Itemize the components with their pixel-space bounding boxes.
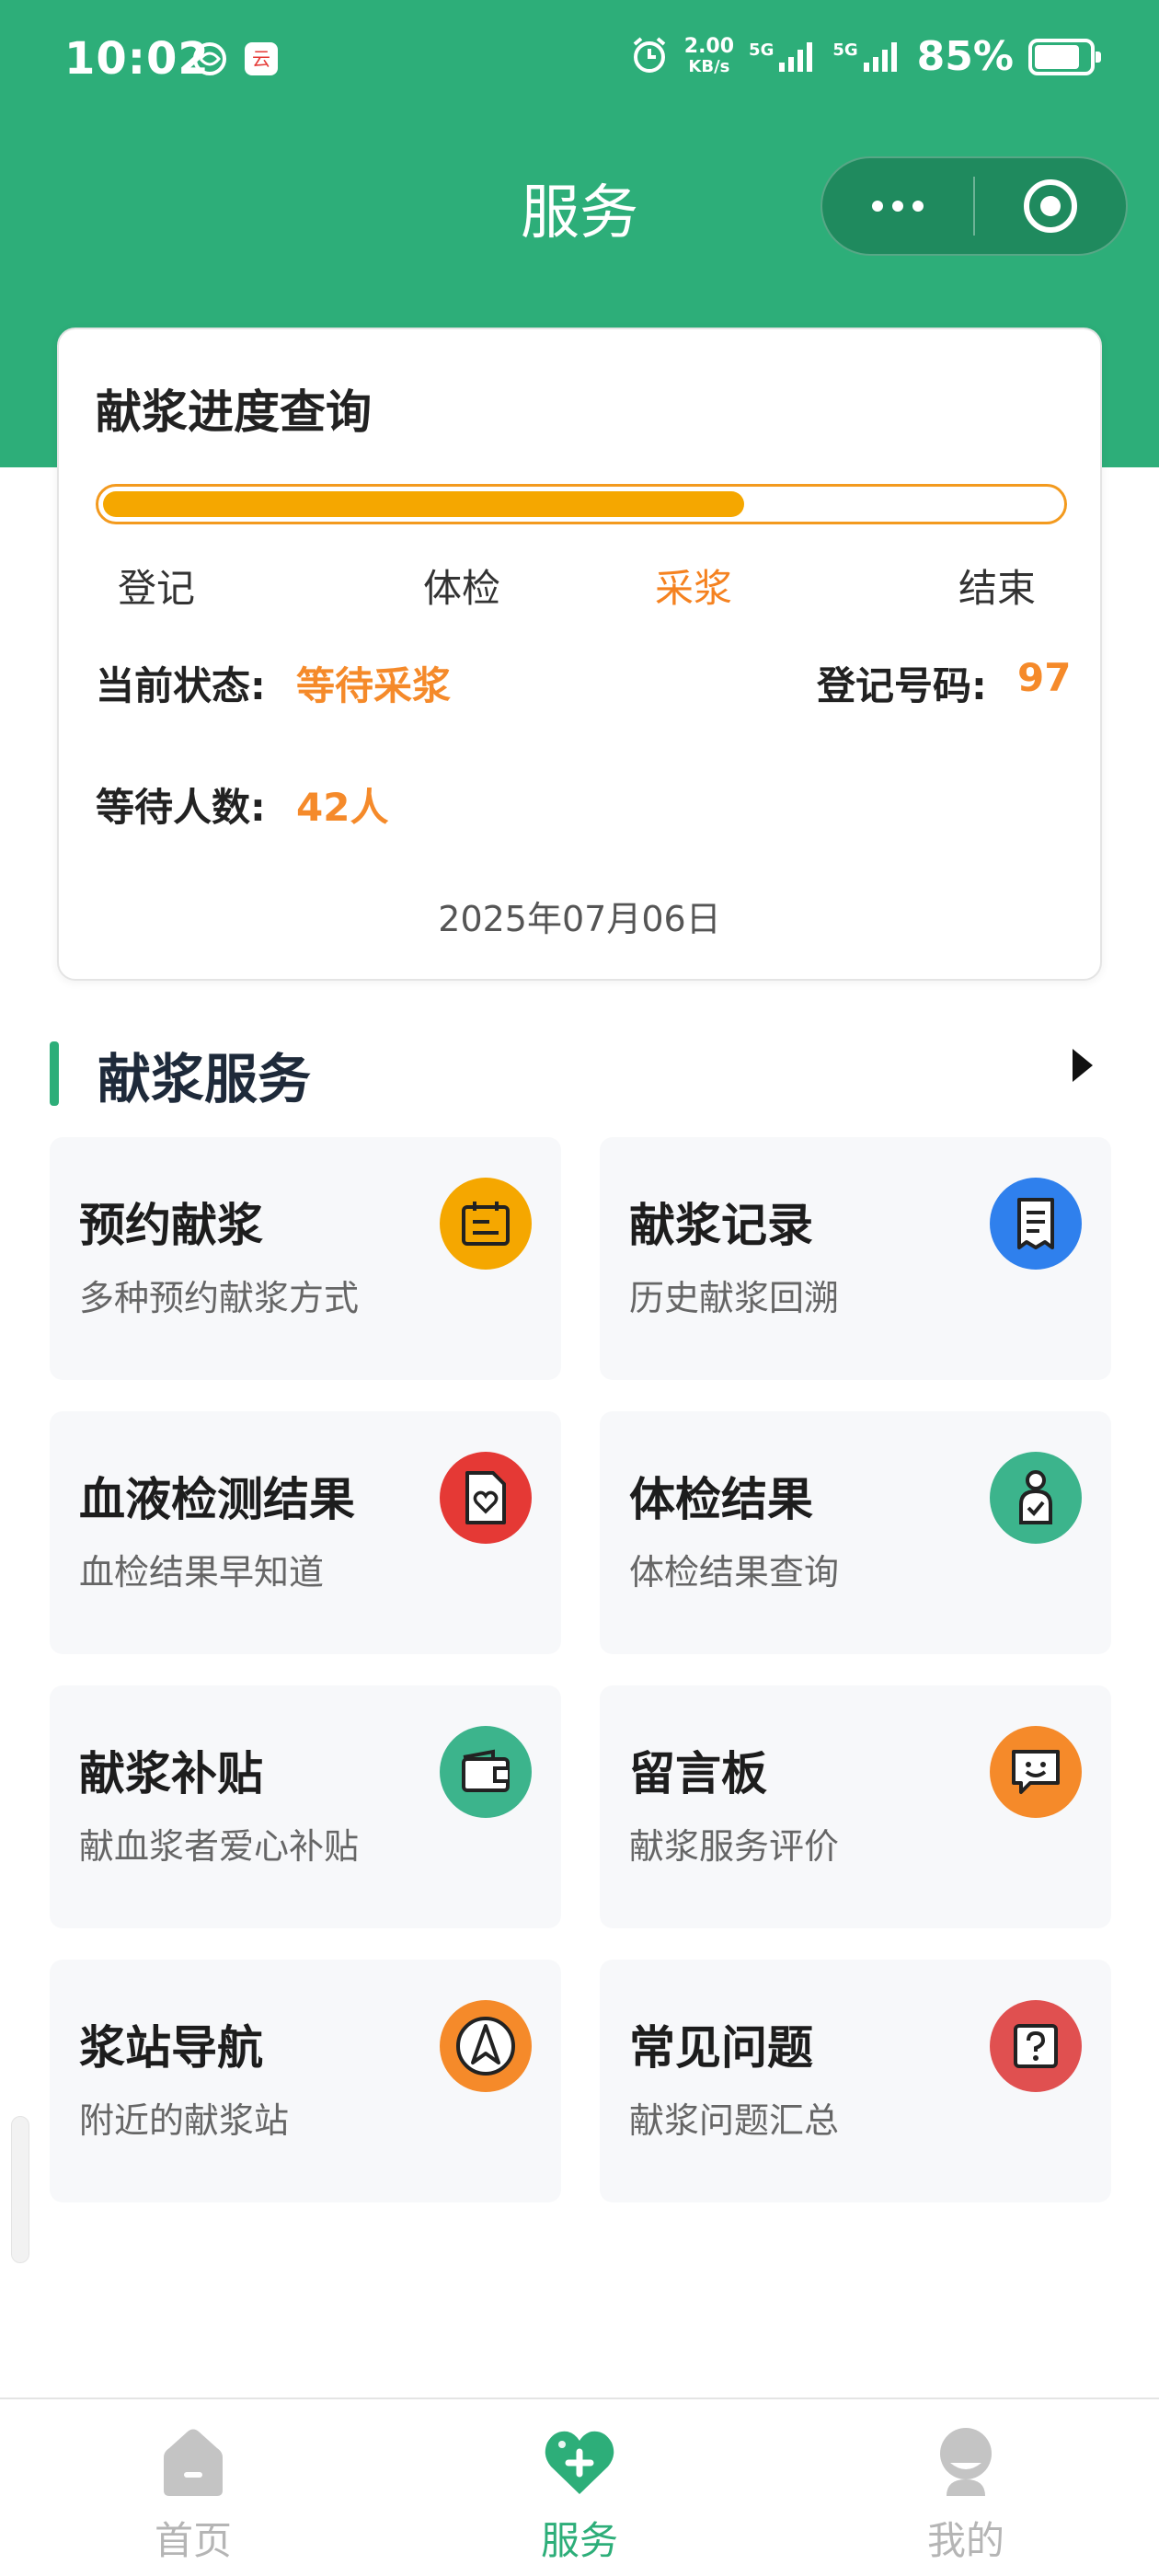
message-smile-icon [990,1726,1082,1818]
progress-steps: 登记 体检 采浆 结束 [59,558,1100,613]
tile-title: 留言板 [629,1747,767,1800]
tile-subtitle: 附近的献浆站 [79,2100,290,2141]
status-bar: 10:02 云 2.00 KB/s 5G 5G 85% [0,0,1159,129]
carrier-icon [191,40,228,81]
tile-subtitle: 多种预约献浆方式 [79,1278,360,1318]
tab-service[interactable]: 服务 [386,2399,773,2576]
tile-subsidy[interactable]: 献浆补贴 献血浆者爱心补贴 [50,1685,561,1928]
tile-donation-records[interactable]: 献浆记录 历史献浆回溯 [600,1137,1111,1380]
progress-date: 2025年07月06日 [438,899,721,939]
tile-title: 体检结果 [629,1473,813,1526]
step-collect: 采浆 [655,566,733,611]
tile-faq[interactable]: 常见问题 献浆问题汇总 [600,1960,1111,2202]
tile-title: 献浆记录 [629,1199,813,1252]
progress-bar-fill [103,491,744,517]
tab-mine[interactable]: 我的 [773,2399,1159,2576]
alarm-icon [629,35,670,79]
more-dots-icon [872,201,883,212]
sim2-tag: 5G [832,40,858,60]
progress-card: 献浆进度查询 登记 体检 采浆 结束 当前状态: 等待采浆 登记号码: 97 等… [57,328,1102,981]
net-speed-unit: KB/s [688,56,730,76]
tile-subtitle: 体检结果查询 [629,1552,840,1593]
receipt-icon [990,1178,1082,1270]
progress-card-title: 献浆进度查询 [96,385,372,439]
tile-subtitle: 历史献浆回溯 [629,1278,840,1318]
calendar-icon [440,1178,532,1270]
signal-sim1: 5G [749,40,818,74]
tile-station-navigation[interactable]: 浆站导航 附近的献浆站 [50,1960,561,2202]
scroll-indicator[interactable] [11,2116,29,2263]
section-title: 献浆服务 [98,1048,312,1110]
close-miniprogram-button[interactable] [975,177,1126,236]
tile-subtitle: 献浆问题汇总 [629,2100,840,2141]
status-value: 等待采浆 [296,663,452,708]
tile-title: 预约献浆 [79,1199,263,1252]
more-button[interactable] [822,201,973,212]
net-speed-value: 2.00 [683,34,735,58]
cloud-app-icon: 云 [243,40,280,81]
step-finish: 结束 [958,566,1037,611]
tile-appointment[interactable]: 预约献浆 多种预约献浆方式 [50,1137,561,1380]
tab-label: 我的 [926,2518,1004,2563]
wallet-icon [440,1726,532,1818]
tile-message-board[interactable]: 留言板 献浆服务评价 [600,1685,1111,1928]
more-dots-icon [912,201,924,212]
status-left-icons: 云 [191,40,280,81]
step-exam: 体检 [423,566,501,611]
battery-icon [1028,38,1101,75]
status-time: 10:02 [64,33,210,85]
user-icon [934,2425,998,2499]
signal-icon [863,41,897,72]
question-icon [990,2000,1082,2092]
waiting-value: 42人 [296,785,389,830]
tile-subtitle: 献血浆者爱心补贴 [79,1826,360,1867]
section-more-arrow-icon[interactable] [1073,1049,1093,1082]
tile-title: 常见问题 [629,2021,813,2075]
waiting-label: 等待人数: [96,785,266,830]
tab-label: 首页 [154,2518,232,2563]
status-label: 当前状态: [96,663,266,708]
svg-text:云: 云 [252,48,270,70]
tile-title: 献浆补贴 [79,1747,263,1800]
signal-icon [779,41,813,72]
reg-number-value: 97 [1017,655,1072,700]
target-icon [1024,179,1077,233]
navigation-icon [440,2000,532,2092]
tile-blood-test[interactable]: 血液检测结果 血检结果早知道 [50,1411,561,1654]
person-check-icon [990,1452,1082,1544]
tab-label: 服务 [540,2518,618,2563]
net-speed: 2.00 KB/s [683,34,735,77]
tab-home[interactable]: 首页 [0,2399,386,2576]
signal-sim2: 5G [832,40,901,74]
tile-title: 血液检测结果 [79,1473,355,1526]
miniprogram-capsule [820,156,1128,256]
heart-plus-icon [542,2425,617,2499]
heart-document-icon [440,1452,532,1544]
tile-title: 浆站导航 [79,2021,263,2075]
tile-subtitle: 血检结果早知道 [79,1552,325,1593]
step-register: 登记 [118,566,196,611]
battery-fill [1035,44,1080,69]
battery-percent: 85% [916,33,1014,80]
reg-number-label: 登记号码: [817,663,987,708]
section-accent-bar [50,1041,59,1106]
progress-bar [96,484,1067,524]
more-dots-icon [892,201,903,212]
home-icon [158,2425,228,2499]
tile-subtitle: 献浆服务评价 [629,1826,840,1867]
status-right: 2.00 KB/s 5G 5G 85% [629,33,1101,80]
tile-exam-results[interactable]: 体检结果 体检结果查询 [600,1411,1111,1654]
sim1-tag: 5G [749,40,775,60]
bottom-tabbar: 首页 服务 我的 [0,2398,1159,2576]
